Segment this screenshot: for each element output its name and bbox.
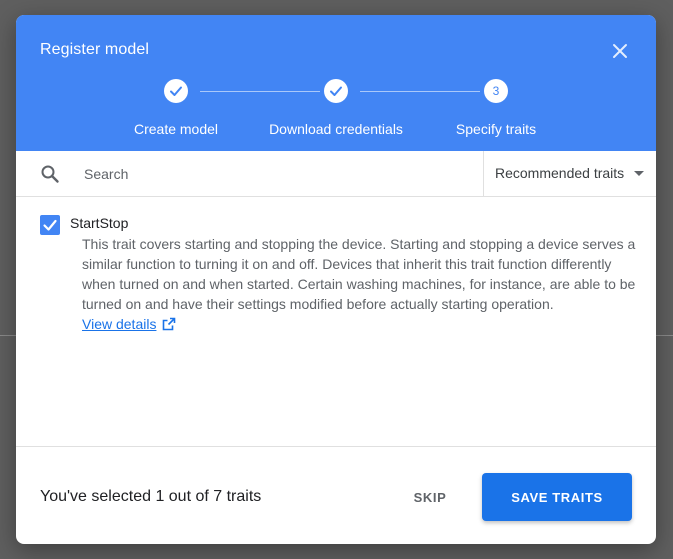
register-model-dialog: Register model 3 Create model Download c… — [16, 15, 656, 544]
step-2-completed — [324, 79, 348, 103]
trait-item-startstop: StartStop This trait covers starting and… — [16, 213, 656, 353]
trait-checkbox[interactable] — [40, 215, 60, 235]
dialog-title: Register model — [40, 41, 150, 58]
dialog-header: Register model 3 Create model Download c… — [16, 15, 656, 151]
step-connector — [200, 91, 320, 92]
check-icon — [43, 219, 57, 231]
search-icon — [41, 165, 59, 183]
search-bar: Recommended traits — [16, 151, 656, 197]
step-label-specify-traits: Specify traits — [455, 121, 537, 137]
view-details-link[interactable]: View details — [82, 314, 156, 334]
chevron-down-icon — [634, 171, 644, 176]
save-traits-button[interactable]: SAVE TRAITS — [482, 473, 632, 521]
step-1-completed — [164, 79, 188, 103]
step-connector — [360, 91, 480, 92]
step-3-active: 3 — [484, 79, 508, 103]
external-link-icon[interactable] — [162, 317, 176, 331]
step-number: 3 — [492, 84, 500, 98]
close-button[interactable] — [608, 39, 632, 63]
trait-name: StartStop — [70, 215, 129, 231]
skip-button[interactable]: SKIP — [400, 473, 460, 521]
step-label-download-credentials: Download credentials — [269, 121, 403, 137]
traits-filter-dropdown[interactable]: Recommended traits — [483, 151, 656, 196]
check-icon — [170, 86, 182, 96]
check-icon — [330, 86, 342, 96]
trait-description: This trait covers starting and stopping … — [82, 236, 636, 312]
dialog-footer: You've selected 1 out of 7 traits SKIP S… — [16, 446, 656, 544]
stepper: 3 Create model Download credentials Spec… — [16, 78, 656, 138]
step-label-create-model: Create model — [133, 121, 219, 137]
close-icon — [613, 44, 627, 58]
selected-count-text: You've selected 1 out of 7 traits — [40, 488, 262, 505]
traits-filter-label: Recommended traits — [495, 165, 625, 181]
search-input[interactable] — [76, 159, 492, 189]
